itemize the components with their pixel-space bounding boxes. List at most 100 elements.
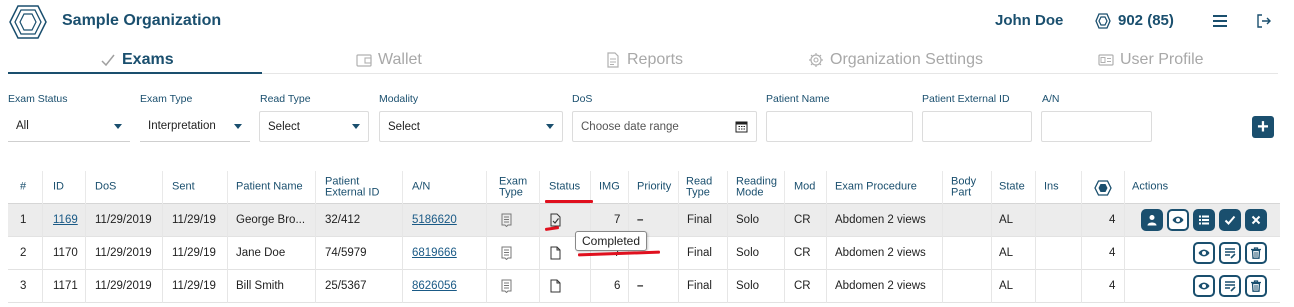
exam-status-select[interactable]: All: [8, 111, 130, 142]
col-header-an[interactable]: A/N: [412, 181, 430, 193]
col-header-dos[interactable]: DoS: [95, 181, 116, 193]
cell-exam-id: 1171: [53, 280, 78, 292]
exam-type-select[interactable]: Interpretation: [140, 111, 250, 142]
cell-state: AL: [999, 214, 1014, 226]
cell-read-type: Final: [687, 247, 712, 259]
table-row[interactable]: 3 1171 11/29/2019 11/29/19 Bill Smith 25…: [8, 270, 1280, 303]
cell-mod: CR: [794, 280, 811, 292]
check-icon: [1224, 215, 1236, 225]
status-new-icon[interactable]: [550, 246, 561, 260]
cell-patient-name: George Bro...: [236, 214, 306, 226]
tab-organization-settings[interactable]: Organization Settings: [808, 47, 983, 73]
col-header-exam-procedure[interactable]: Exam Procedure: [835, 181, 917, 193]
cell-img: 7: [614, 214, 621, 226]
modality-select[interactable]: Select: [379, 111, 563, 142]
cell-exam-procedure: Abdomen 2 views: [835, 280, 926, 292]
tab-exams[interactable]: Exams: [100, 47, 174, 73]
col-header-read-type[interactable]: Read Type: [686, 176, 712, 198]
calendar-icon[interactable]: [735, 120, 748, 133]
cell-patient-external-id: 74/5979: [325, 247, 367, 259]
cell-state: AL: [999, 280, 1014, 292]
col-header-body-part[interactable]: Body Part: [951, 176, 976, 198]
user-icon: [1147, 215, 1157, 226]
approve-button[interactable]: [1219, 209, 1241, 231]
tab-label: Organization Settings: [830, 51, 983, 68]
chevron-down-icon: [352, 124, 360, 129]
cell-num: 2: [20, 247, 27, 259]
credits-icon: [1094, 180, 1112, 196]
trash-icon: [1251, 280, 1261, 292]
exam-details-button[interactable]: [1193, 209, 1215, 231]
header-line: Mode: [736, 186, 764, 198]
report-icon: [607, 52, 619, 68]
wallet-icon: [356, 54, 372, 67]
accession-number-link[interactable]: 6819666: [412, 247, 457, 259]
col-header-state[interactable]: State: [999, 181, 1025, 193]
cell-img: 6: [614, 280, 621, 292]
status-completed-icon[interactable]: [550, 213, 561, 227]
col-header-mod[interactable]: Mod: [794, 181, 815, 193]
app-header: Sample Organization John Doe 902 (85): [0, 0, 1294, 44]
tab-reports[interactable]: Reports: [605, 47, 683, 73]
delete-exam-button[interactable]: [1245, 242, 1267, 264]
exam-status-value: All: [16, 120, 29, 132]
add-exam-button[interactable]: +: [1252, 116, 1274, 138]
view-exam-button[interactable]: [1193, 242, 1215, 264]
col-header-img[interactable]: IMG: [599, 181, 620, 193]
accession-number-link[interactable]: 8626056: [412, 280, 457, 292]
cell-priority: –: [637, 280, 644, 292]
organization-logo-icon[interactable]: [8, 4, 48, 40]
main-tabs: Exams Wallet Reports Organization Settin…: [8, 44, 1278, 74]
accession-number-link[interactable]: 5186620: [412, 214, 457, 226]
col-header-status[interactable]: Status: [549, 181, 580, 193]
tab-user-profile[interactable]: User Profile: [1098, 47, 1204, 73]
edit-report-button[interactable]: [1219, 242, 1241, 264]
col-header-priority[interactable]: Priority: [637, 181, 671, 193]
header-line: Type: [499, 186, 523, 198]
col-header-ins[interactable]: Ins: [1044, 181, 1059, 193]
chevron-down-icon: [114, 123, 122, 129]
cell-credits: 4: [1109, 214, 1116, 226]
exam-id-link[interactable]: 1169: [53, 214, 78, 226]
read-type-select[interactable]: Select: [259, 111, 369, 142]
view-exam-button[interactable]: [1193, 275, 1215, 297]
assign-user-button[interactable]: [1141, 209, 1163, 231]
cell-dos: 11/29/2019: [95, 280, 152, 292]
status-new-icon[interactable]: [550, 279, 561, 293]
col-header-exam-type[interactable]: Exam Type: [499, 176, 527, 198]
logout-icon[interactable]: [1256, 13, 1272, 29]
col-header-reading-mode[interactable]: Reading Mode: [736, 176, 777, 198]
cancel-exam-button[interactable]: [1245, 209, 1267, 231]
tab-label: Exams: [122, 51, 174, 68]
user-name[interactable]: John Doe: [995, 12, 1063, 29]
view-exam-button[interactable]: [1167, 209, 1189, 231]
an-input[interactable]: [1041, 111, 1152, 142]
patient-name-input[interactable]: [766, 111, 913, 142]
col-header-sent[interactable]: Sent: [172, 181, 195, 193]
dos-date-range-input[interactable]: Choose date range: [572, 111, 757, 142]
gear-icon: [809, 53, 823, 67]
interpretation-exam-icon: [501, 246, 512, 260]
chevron-down-icon: [546, 124, 554, 129]
tab-wallet[interactable]: Wallet: [356, 47, 422, 73]
hamburger-menu-icon[interactable]: [1212, 13, 1228, 29]
cell-reading-mode: Solo: [736, 214, 760, 226]
cell-exam-id: 1170: [53, 247, 78, 259]
interpretation-exam-icon: [501, 279, 512, 293]
col-header-patient-external-id[interactable]: Patient External ID: [325, 176, 379, 198]
patient-external-id-label: Patient External ID: [922, 93, 1010, 105]
edit-report-button[interactable]: [1219, 275, 1241, 297]
modality-label: Modality: [379, 93, 419, 105]
cell-patient-external-id: 25/5367: [325, 280, 367, 292]
patient-external-id-input[interactable]: [922, 111, 1032, 142]
credits-icon: [1095, 13, 1111, 29]
cell-patient-name: Jane Doe: [236, 247, 286, 259]
list-icon: [1199, 215, 1209, 225]
an-label: A/N: [1042, 93, 1060, 105]
delete-exam-button[interactable]: [1245, 275, 1267, 297]
tab-label: Wallet: [378, 51, 422, 68]
col-header-id[interactable]: ID: [53, 181, 64, 193]
cell-dos: 11/29/2019: [95, 247, 152, 259]
col-header-patient-name[interactable]: Patient Name: [236, 181, 303, 193]
col-header-actions: Actions: [1132, 180, 1169, 193]
